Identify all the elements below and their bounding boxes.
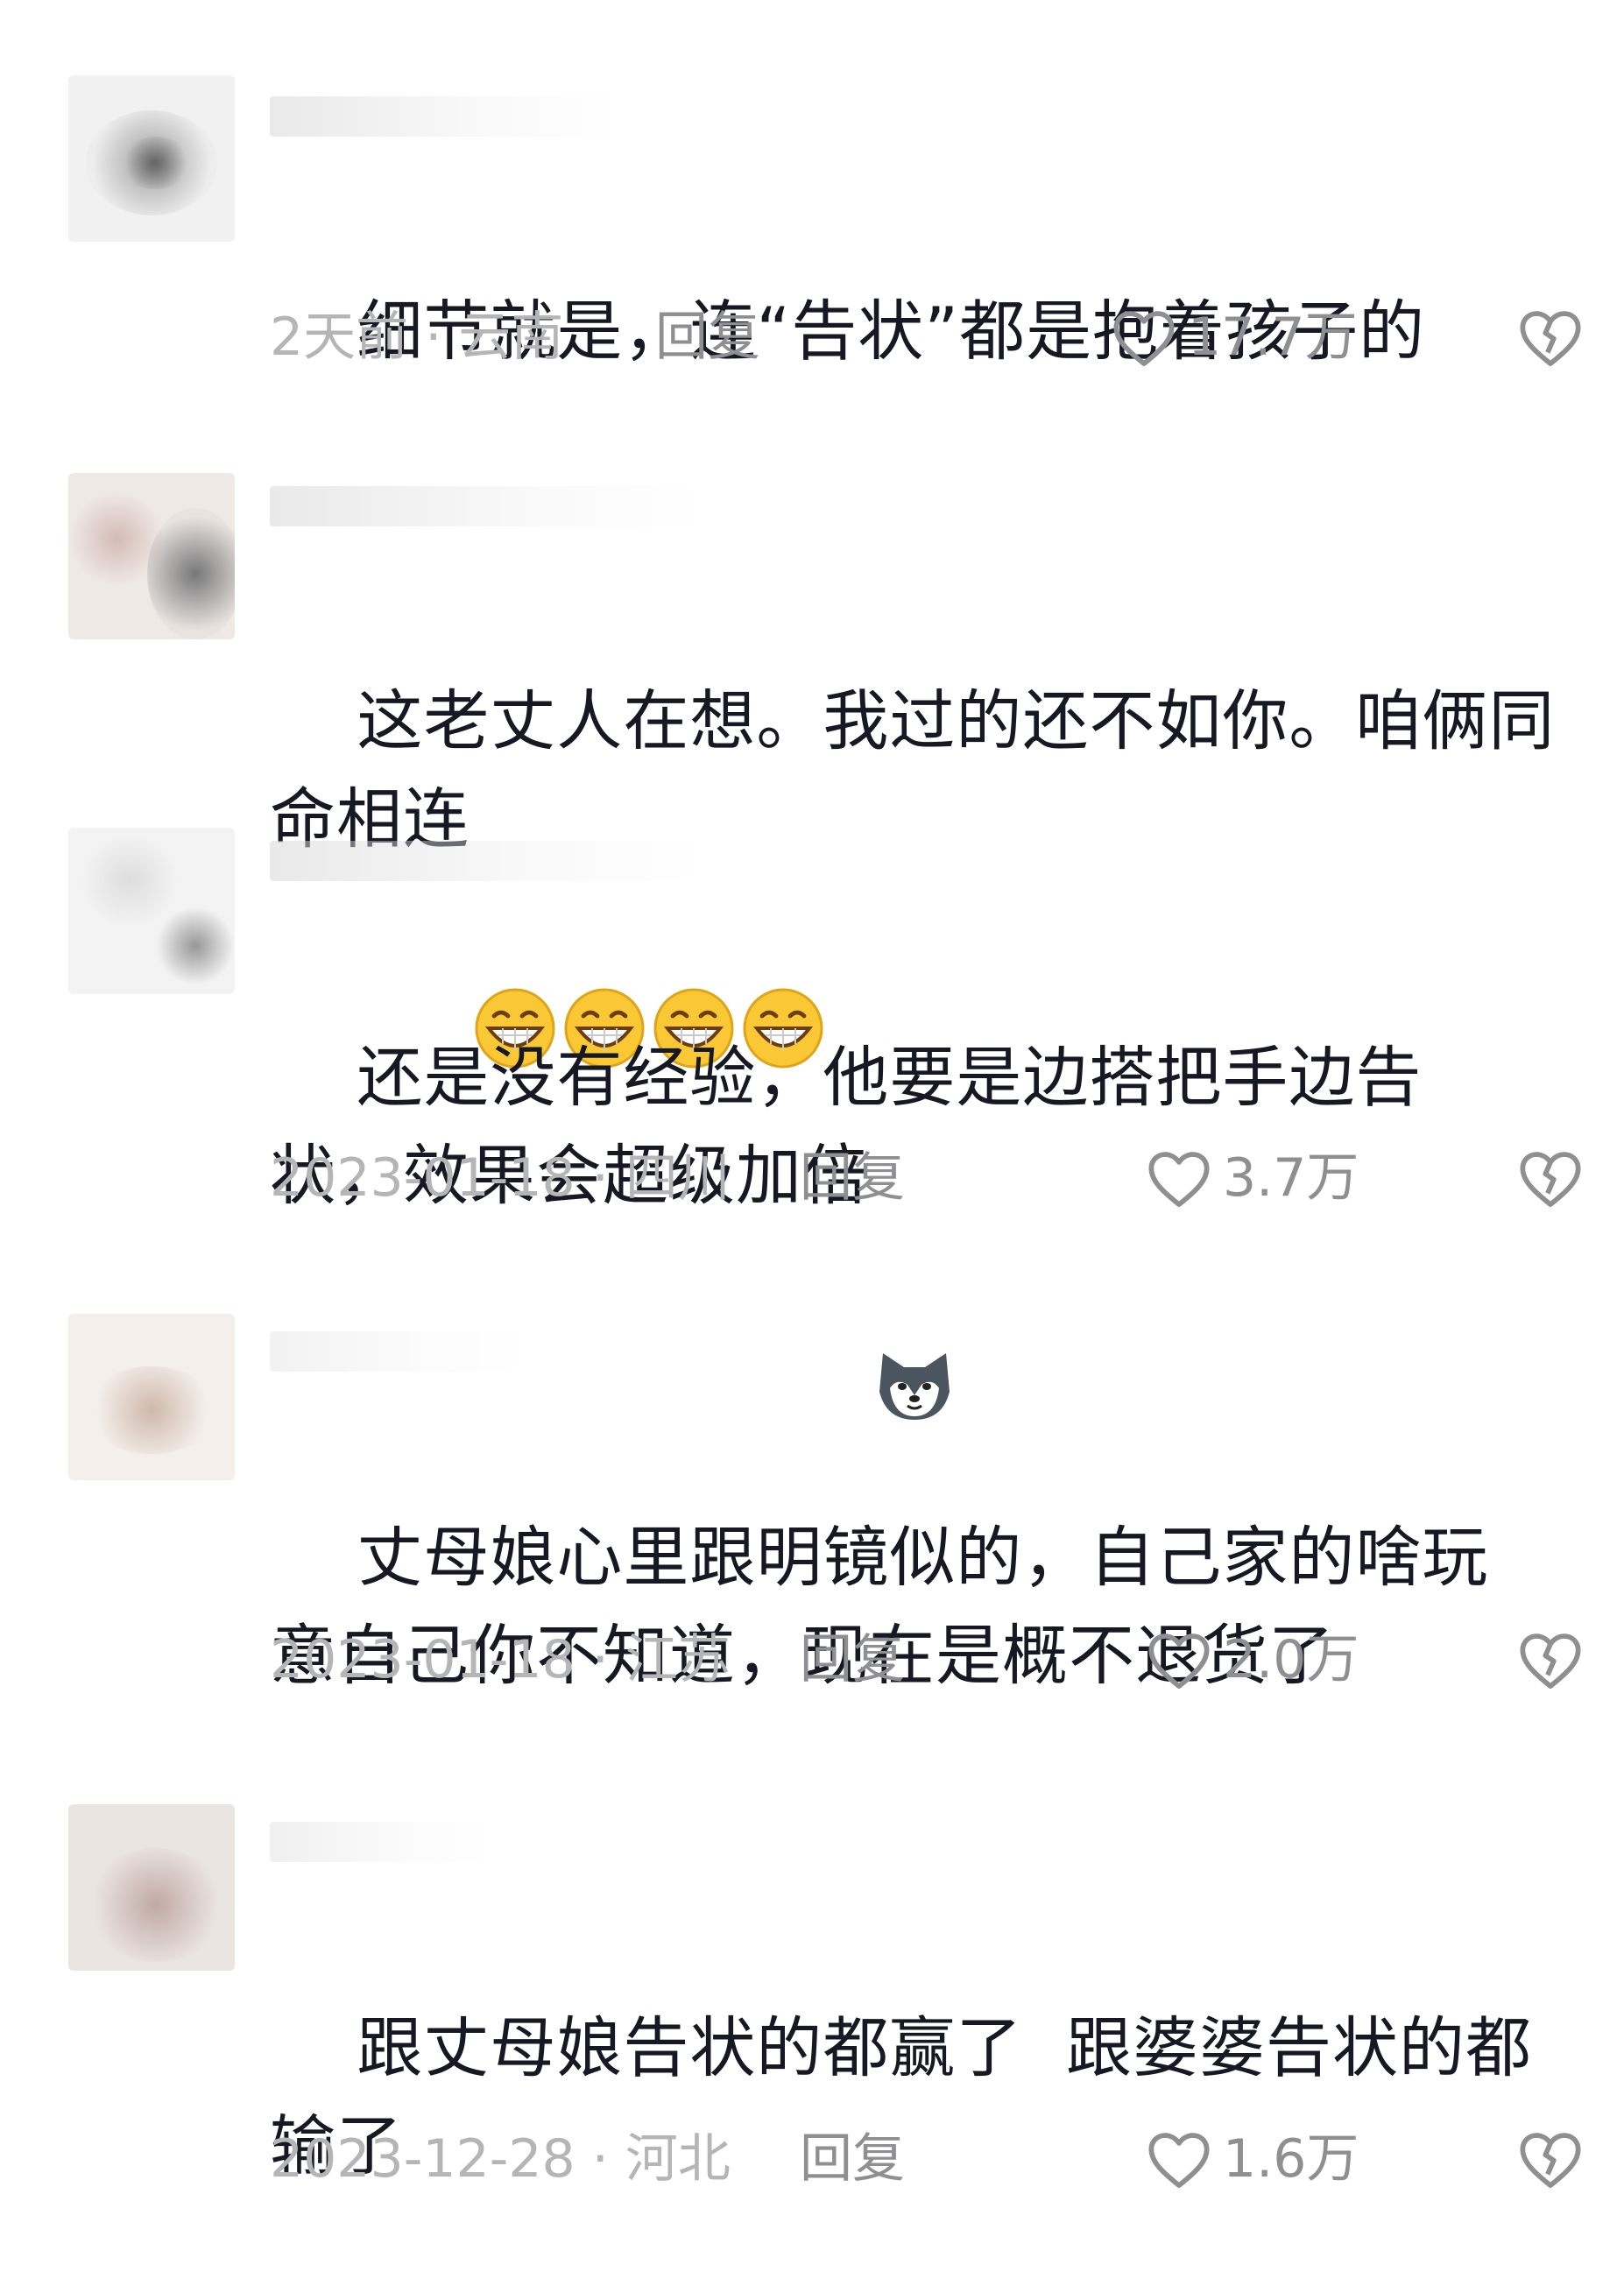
comment-date-location: 2023-01-18 · 江苏	[270, 1629, 731, 1690]
like-group: 2.0万	[1146, 1625, 1584, 1695]
username-blurred[interactable]	[270, 96, 620, 137]
avatar[interactable]	[68, 1804, 235, 1971]
comment-date-location: 2023-12-28 · 河北	[270, 2128, 731, 2190]
like-count: 1.6万	[1223, 2128, 1359, 2190]
comment-date-location: 2023-01-18 · 四川	[270, 1147, 731, 1209]
comment-meta: 2023-01-18 · 四川 回复 3.7万	[270, 1143, 1584, 1213]
reply-button[interactable]: 回复	[800, 2124, 905, 2194]
broken-heart-icon[interactable]	[1517, 1146, 1584, 1210]
like-count: 3.7万	[1223, 1147, 1359, 1209]
comment-text: 跟丈母娘告状的都赢了 跟婆婆告状的都输了	[270, 1901, 1566, 2293]
reply-button[interactable]: 回复	[800, 1625, 905, 1695]
avatar[interactable]	[68, 473, 235, 639]
like-group: 1.6万	[1146, 2124, 1584, 2194]
comment-text: 还是没有经验，他要是边搭把手边告状，效果会超级加倍	[270, 930, 1496, 1421]
like-count: 2.0万	[1223, 1629, 1359, 1690]
comment-meta: 2023-12-28 · 河北 回复 1.6万	[270, 2124, 1584, 2194]
comment-text: 丈母娘心里跟明镜似的，自己家的啥玩意自己你不知道，现在是概不退货了	[270, 1410, 1514, 1803]
heart-outline-icon[interactable]	[1146, 2127, 1212, 2191]
heart-outline-icon[interactable]	[1146, 1628, 1212, 1691]
broken-heart-icon[interactable]	[1517, 306, 1584, 369]
reply-button[interactable]: 回复	[655, 302, 760, 372]
avatar[interactable]	[68, 828, 235, 994]
comment-body: 这老丈人在想。我过的还不如你。咱俩同命相连	[270, 682, 1556, 857]
heart-outline-icon[interactable]	[1146, 1146, 1212, 1210]
broken-heart-icon[interactable]	[1517, 1628, 1584, 1691]
like-count: 17.7万	[1188, 307, 1358, 368]
username-blurred[interactable]	[270, 1822, 489, 1862]
grin-emoji	[741, 790, 825, 1069]
reply-button[interactable]: 回复	[800, 1143, 905, 1213]
username-blurred[interactable]	[270, 1331, 524, 1372]
username-blurred[interactable]	[270, 841, 699, 881]
like-group: 17.7万	[1111, 302, 1584, 372]
avatar[interactable]	[68, 75, 235, 242]
broken-heart-icon[interactable]	[1517, 2127, 1584, 2191]
like-group: 3.7万	[1146, 1143, 1584, 1213]
username-blurred[interactable]	[270, 486, 699, 526]
comment-date-location: 2天前 · 云南	[270, 307, 564, 368]
avatar[interactable]	[68, 1314, 235, 1480]
comment-meta: 2天前 · 云南 回复 17.7万	[270, 302, 1584, 372]
comment-meta: 2023-01-18 · 江苏 回复 2.0万	[270, 1625, 1584, 1695]
comment-text: 这老丈人在想。我过的还不如你。咱俩同命相连	[270, 574, 1566, 1069]
heart-outline-icon[interactable]	[1111, 306, 1177, 369]
